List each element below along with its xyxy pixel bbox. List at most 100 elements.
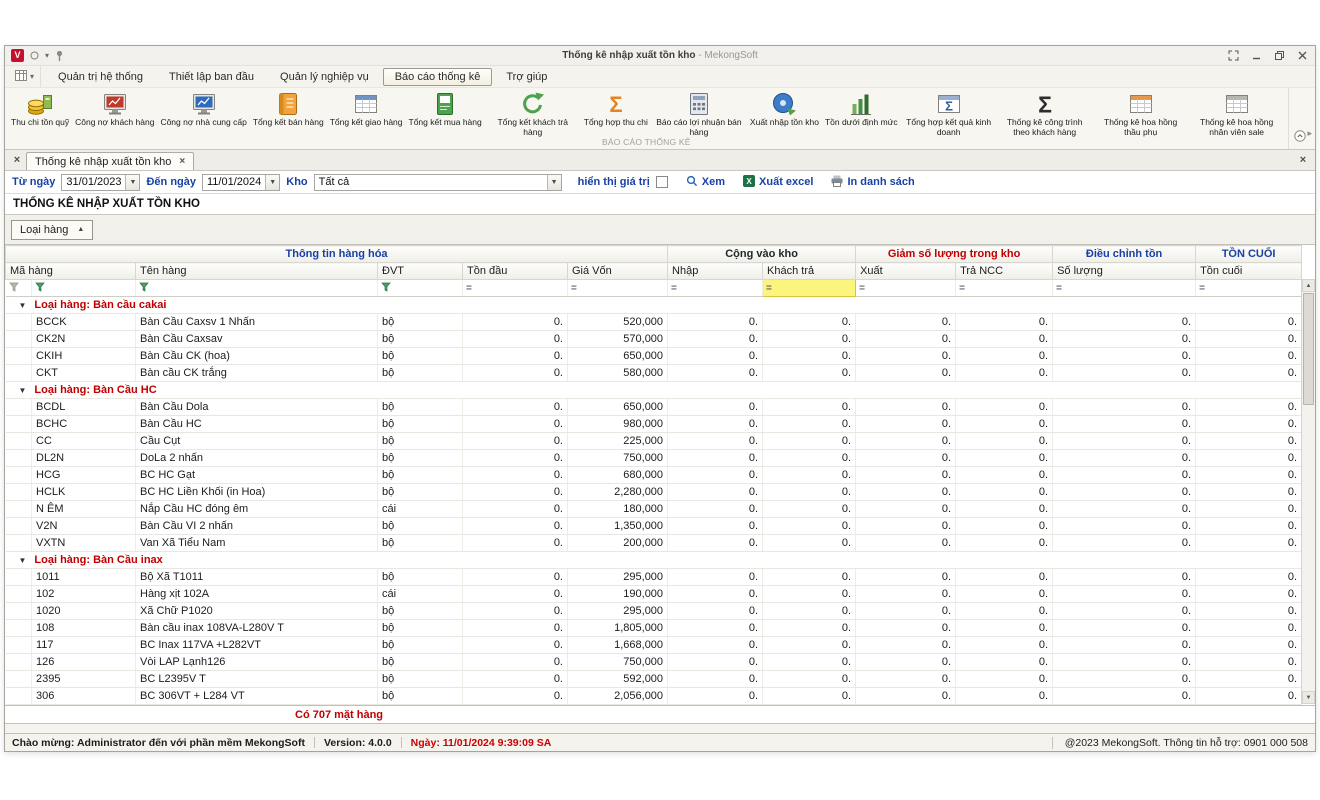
column-header[interactable]: ĐVT [378, 263, 463, 280]
table-row[interactable]: 306BC 306VT + L284 VTbộ0.2,056,0000.0.0.… [6, 688, 1302, 705]
ribbon-button-5[interactable]: Tổng kết giao hàng [327, 90, 406, 137]
view-button[interactable]: Xem [686, 175, 725, 190]
group-row[interactable]: ▼Loại hàng: Bàn Cầu inax [6, 552, 1302, 569]
collapse-arrow-icon[interactable]: ▼ [19, 301, 27, 310]
filter-cell[interactable]: = [1196, 280, 1302, 297]
warehouse-select[interactable]: Tất cả ▼ [314, 174, 562, 191]
export-excel-button[interactable]: X Xuất excel [743, 175, 813, 190]
record-circle-icon[interactable] [30, 51, 39, 60]
print-button[interactable]: In danh sách [831, 175, 914, 190]
column-header[interactable]: Xuất [856, 263, 956, 280]
document-tab[interactable]: Thống kê nhập xuất tồn kho × [26, 152, 194, 170]
table-row[interactable]: 108Bàn cầu inax 108VA-L280V Tbộ0.1,805,0… [6, 620, 1302, 637]
collapse-arrow-icon[interactable]: ▼ [19, 386, 27, 395]
filter-cell[interactable] [136, 280, 378, 297]
scroll-track[interactable] [1302, 292, 1315, 691]
filter-row-indicator[interactable] [6, 280, 32, 297]
ribbon-button-9[interactable]: Báo cáo lợi nhuận bán hàng [651, 90, 747, 137]
menu-tab-4[interactable]: Báo cáo thống kê [383, 68, 493, 86]
group-by-chip[interactable]: Loại hàng ▲ [11, 220, 93, 240]
collapse-arrow-icon[interactable]: ▼ [19, 556, 27, 565]
table-row[interactable]: BCCKBàn Cầu Caxsv 1 Nhấnbộ0.520,0000.0.0… [6, 314, 1302, 331]
table-row[interactable]: BCDLBàn Cầu Dolabộ0.650,0000.0.0.0.0.0. [6, 399, 1302, 416]
from-date-input[interactable]: 31/01/2023 ▼ [61, 174, 140, 191]
vertical-scrollbar[interactable]: ▲ ▼ [1301, 279, 1315, 704]
filter-cell[interactable]: = [763, 280, 856, 297]
filter-cell[interactable] [378, 280, 463, 297]
filter-cell[interactable]: = [568, 280, 668, 297]
table-row[interactable]: N ÊMNắp Cầu HC đóng êmcái0.180,0000.0.0.… [6, 501, 1302, 518]
table-row[interactable]: CK2NBàn Cầu Caxsavbộ0.570,0000.0.0.0.0.0… [6, 331, 1302, 348]
table-row[interactable]: CCCầu Cụtbộ0.225,0000.0.0.0.0.0. [6, 433, 1302, 450]
table-row[interactable]: BCHCBàn Cầu HCbộ0.980,0000.0.0.0.0.0. [6, 416, 1302, 433]
column-header[interactable]: Giá Vốn [568, 263, 668, 280]
quick-access-dropdown-icon[interactable]: ▾ [45, 51, 49, 60]
column-header[interactable]: Nhập [668, 263, 763, 280]
ribbon-button-12[interactable]: ΣTổng hợp kết quả kinh doanh [901, 90, 997, 137]
column-header[interactable]: Trả NCC [956, 263, 1053, 280]
ribbon-scroll-right-icon[interactable]: ▸ [1307, 128, 1315, 139]
filter-cell[interactable]: = [956, 280, 1053, 297]
scroll-thumb[interactable] [1303, 293, 1314, 405]
ribbon-button-13[interactable]: ΣThống kê công trình theo khách hàng [997, 90, 1093, 137]
table-row[interactable]: 1020Xã Chữ P1020bộ0.295,0000.0.0.0.0.0. [6, 603, 1302, 620]
pin-icon[interactable] [55, 50, 64, 61]
menu-tab-1[interactable]: Quản trị hệ thống [46, 68, 155, 86]
ribbon-button-10[interactable]: Xuất nhập tồn kho [747, 90, 822, 137]
ribbon-button-1[interactable]: Thu chi tồn quỹ [8, 90, 72, 137]
filter-cell[interactable] [32, 280, 136, 297]
scroll-up-icon[interactable]: ▲ [1302, 279, 1315, 292]
column-header[interactable]: Tồn đầu [463, 263, 568, 280]
ribbon-button-15[interactable]: Thống kê hoa hồng nhân viên sale [1189, 90, 1285, 137]
ribbon-button-8[interactable]: ΣTổng hợp thu chi [581, 90, 651, 137]
to-date-input[interactable]: 11/01/2024 ▼ [202, 174, 280, 191]
table-row[interactable]: DL2NDoLa 2 nhấnbộ0.750,0000.0.0.0.0.0. [6, 450, 1302, 467]
show-values-checkbox[interactable] [656, 176, 668, 188]
table-row[interactable]: HCLKBC HC Liền Khối (in Hoa)bộ0.2,280,00… [6, 484, 1302, 501]
warehouse-dropdown-icon[interactable]: ▼ [547, 175, 561, 190]
to-date-dropdown-icon[interactable]: ▼ [265, 175, 279, 190]
scroll-down-icon[interactable]: ▼ [1302, 691, 1315, 704]
tab-close-right-button[interactable]: × [1294, 150, 1312, 170]
column-header[interactable]: Khách trả [763, 263, 856, 280]
filter-cell[interactable]: = [856, 280, 956, 297]
table-row[interactable]: HCGBC HC Gạtbộ0.680,0000.0.0.0.0.0. [6, 467, 1302, 484]
ribbon-button-7[interactable]: Tổng kết khách trả hàng [485, 90, 581, 137]
filter-cell[interactable]: = [1053, 280, 1196, 297]
close-icon[interactable] [1296, 50, 1309, 62]
table-row[interactable]: 2395BC L2395V Tbộ0.592,0000.0.0.0.0.0. [6, 671, 1302, 688]
table-row[interactable]: 1011Bộ Xã T1011bộ0.295,0000.0.0.0.0.0. [6, 569, 1302, 586]
table-row[interactable]: 126Vòi LAP Lạnh126bộ0.750,0000.0.0.0.0.0… [6, 654, 1302, 671]
from-date-dropdown-icon[interactable]: ▼ [125, 175, 139, 190]
filter-cell[interactable]: = [668, 280, 763, 297]
menu-tab-3[interactable]: Quản lý nghiệp vụ [268, 68, 381, 86]
ribbon-button-4[interactable]: Tổng kết bán hàng [250, 90, 327, 137]
column-header[interactable]: Số lượng [1053, 263, 1196, 280]
menu-tab-2[interactable]: Thiết lập ban đầu [157, 68, 266, 86]
ribbon-button-14[interactable]: Thống kê hoa hồng thầu phụ [1093, 90, 1189, 137]
table-row[interactable]: 117BC Inax 117VA +L282VTbộ0.1,668,0000.0… [6, 637, 1302, 654]
group-row[interactable]: ▼Loại hàng: Bàn Cầu HC [6, 382, 1302, 399]
filter-cell[interactable]: = [463, 280, 568, 297]
column-header[interactable]: Mã hàng [6, 263, 136, 280]
table-row[interactable]: VXTNVan Xã Tiểu Nambộ0.200,0000.0.0.0.0.… [6, 535, 1302, 552]
table-row[interactable]: V2NBàn Cầu VI 2 nhấnbộ0.1,350,0000.0.0.0… [6, 518, 1302, 535]
group-row[interactable]: ▼Loại hàng: Bàn cầu cakai [6, 297, 1302, 314]
ribbon-button-2[interactable]: Công nợ khách hàng [72, 90, 157, 137]
ribbon-button-6[interactable]: Tổng kết mua hàng [406, 90, 485, 137]
ribbon-button-3[interactable]: Công nợ nhà cung cấp [157, 90, 249, 137]
layout-switcher-button[interactable]: ▾ [9, 66, 41, 87]
menu-tab-5[interactable]: Trợ giúp [494, 68, 559, 86]
minimize-icon[interactable] [1250, 50, 1263, 62]
tab-close-icon[interactable]: × [179, 156, 185, 167]
table-row[interactable]: 102Hàng xịt 102Acái0.190,0000.0.0.0.0.0. [6, 586, 1302, 603]
fullscreen-icon[interactable] [1227, 50, 1240, 62]
table-row[interactable]: CKIHBàn Cầu CK (hoa)bộ0.650,0000.0.0.0.0… [6, 348, 1302, 365]
tab-close-left-button[interactable]: × [8, 150, 26, 170]
table-row[interactable]: CKTBàn cầu CK trắngbộ0.580,0000.0.0.0.0.… [6, 365, 1302, 382]
restore-icon[interactable] [1273, 50, 1286, 62]
ribbon-button-11[interactable]: Tồn dưới định mức [822, 90, 901, 137]
ribbon-collapse-button[interactable] [1294, 130, 1306, 145]
column-header[interactable]: Tên hàng [136, 263, 378, 280]
column-header[interactable]: Tồn cuối [1196, 263, 1302, 280]
